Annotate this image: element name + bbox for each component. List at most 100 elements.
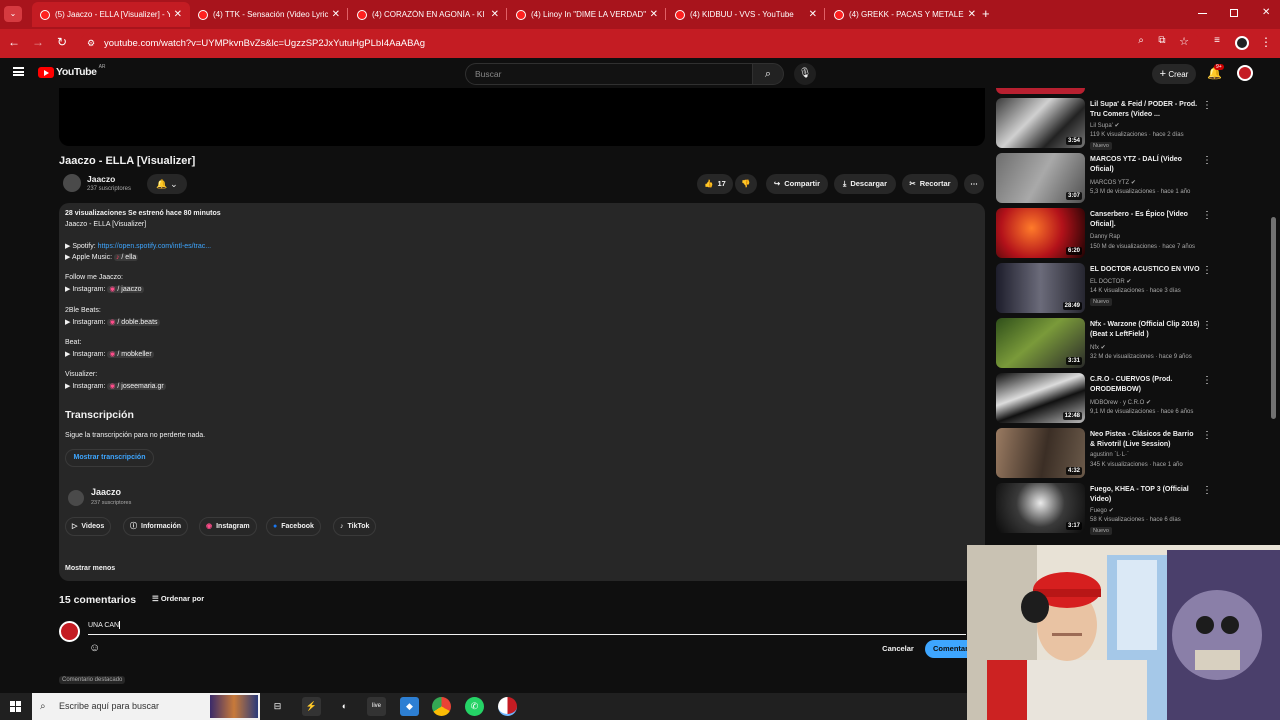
video-title[interactable]: Nfx - Warzone (Official Clip 2016)(Beat … xyxy=(1090,320,1200,340)
obs-icon[interactable]: ◐ xyxy=(335,697,354,716)
comment-input[interactable]: UNA CAN xyxy=(88,621,966,635)
more-vertical-icon[interactable]: ⋮ xyxy=(1202,430,1212,441)
instagram-link[interactable]: ◉ / mobkeller xyxy=(107,351,154,358)
more-vertical-icon[interactable]: ⋮ xyxy=(1202,320,1212,331)
more-vertical-icon[interactable]: ⋮ xyxy=(1202,265,1212,276)
task-view-icon[interactable]: ⊟ xyxy=(268,697,287,716)
windows-start-icon[interactable] xyxy=(10,701,21,712)
more-vertical-icon[interactable]: ⋮ xyxy=(1202,155,1212,166)
whatsapp-icon[interactable]: ✆ xyxy=(465,697,484,716)
channel-card-name[interactable]: Jaaczo xyxy=(91,487,121,497)
channel-name[interactable]: MARCOS YTZ ✔ xyxy=(1090,179,1136,186)
instagram-link[interactable]: ◉ / jaaczo xyxy=(107,286,144,293)
instagram-link[interactable]: ◉ / joseemaria.gr xyxy=(107,383,166,390)
video-thumbnail[interactable]: 6:20 xyxy=(996,208,1085,258)
recommended-video[interactable]: 4:32 Neo Pistea - Clásicos de Barrio & R… xyxy=(996,428,1218,480)
chrome-icon[interactable] xyxy=(432,697,451,716)
more-vertical-icon[interactable]: ⋮ xyxy=(1202,485,1212,496)
more-vertical-icon[interactable]: ⋮ xyxy=(1202,375,1212,386)
sort-comments-button[interactable]: ☰ Ordenar por xyxy=(152,594,204,603)
address-bar[interactable]: ⚙ youtube.com/watch?v=UYMPkvnBvZs&lc=Ugz… xyxy=(80,33,1200,54)
recommended-video[interactable]: 28:49 EL DOCTOR ACUSTICO EN VIVO EL DOCT… xyxy=(996,263,1218,315)
close-icon[interactable]: ✕ xyxy=(174,9,182,20)
video-title[interactable]: EL DOCTOR ACUSTICO EN VIVO xyxy=(1090,265,1200,275)
channel-videos-link[interactable]: ▷ Videos xyxy=(65,517,112,536)
partial-thumbnail[interactable] xyxy=(996,88,1085,94)
bookmark-star-icon[interactable]: ☆ xyxy=(1176,35,1192,48)
download-button[interactable]: ⤓ Descargar xyxy=(834,174,896,194)
recommended-video[interactable]: 3:31 Nfx - Warzone (Official Clip 2016)(… xyxy=(996,318,1218,370)
emoji-icon[interactable]: ☺ xyxy=(89,642,100,654)
media-control-icon[interactable]: ≡ xyxy=(1209,35,1225,46)
subscription-bell-button[interactable]: 🔔 ⌄ xyxy=(147,174,187,194)
page-scrollbar[interactable] xyxy=(1271,217,1276,419)
show-transcript-button[interactable]: Mostrar transcripción xyxy=(65,449,154,467)
channel-avatar[interactable] xyxy=(63,174,81,192)
channel-name[interactable]: MDBOrew · y C.R.O ✔ xyxy=(1090,399,1151,406)
video-title[interactable]: C.R.O - CUERVOS (Prod. ORODEMBOW) xyxy=(1090,375,1200,395)
close-icon[interactable]: ✕ xyxy=(650,9,658,20)
search-button[interactable]: ⌕ xyxy=(752,63,784,85)
video-thumbnail[interactable]: 4:32 xyxy=(996,428,1085,478)
minimize-icon[interactable] xyxy=(1198,13,1207,14)
instagram-social-link[interactable]: ◉ Instagram xyxy=(199,517,257,536)
more-vertical-icon[interactable]: ⋮ xyxy=(1202,100,1212,111)
tiktok-social-link[interactable]: ♪ TikTok xyxy=(333,517,377,536)
profile-avatar[interactable] xyxy=(1235,36,1249,50)
clip-button[interactable]: ✂ Recortar xyxy=(902,174,958,194)
browser-menu-icon[interactable]: ⋮ xyxy=(1258,35,1274,49)
dislike-button[interactable]: 👎 xyxy=(735,174,757,194)
browser-tab[interactable]: (4) GREKK - PACAS Y METALES ✕ xyxy=(826,2,984,27)
zoom-search-icon[interactable]: ⌕ xyxy=(1133,35,1149,46)
video-thumbnail[interactable]: 3:54 xyxy=(996,98,1085,148)
channel-card-avatar[interactable] xyxy=(68,490,84,506)
recommended-video[interactable]: 3:54 Lil Supa' & Feid / PODER - Prod. Tr… xyxy=(996,98,1218,150)
taskbar-search-input[interactable]: ⌕ Escribe aquí para buscar xyxy=(32,693,260,720)
create-button[interactable]: + Crear xyxy=(1152,64,1196,84)
facebook-social-link[interactable]: ● Facebook xyxy=(266,517,321,536)
video-thumbnail[interactable]: 3:17 xyxy=(996,483,1085,533)
cancel-comment-button[interactable]: Cancelar xyxy=(876,640,920,658)
reload-icon[interactable]: ↻ xyxy=(54,35,70,49)
video-title[interactable]: Lil Supa' & Feid / PODER - Prod. Tru Com… xyxy=(1090,100,1200,120)
channel-name[interactable]: Danny Rap xyxy=(1090,234,1120,240)
app-icon[interactable]: ⚡ xyxy=(302,697,321,716)
show-less-button[interactable]: Mostrar menos xyxy=(65,565,115,572)
browser-tab[interactable]: (4) KIDBUU - VVS - YouTube ✕ xyxy=(667,2,825,27)
recommended-video[interactable]: 3:07 MARCOS YTZ - DALÍ (Video Oficial) M… xyxy=(996,153,1218,205)
recommended-video[interactable]: 3:17 Fuego, KHEA - TOP 3 (Official Video… xyxy=(996,483,1218,535)
notifications-button[interactable]: 🔔 9+ xyxy=(1207,64,1224,80)
channel-name[interactable]: Jaaczo xyxy=(87,174,115,184)
video-thumbnail[interactable]: 3:07 xyxy=(996,153,1085,203)
browser-tab[interactable]: (4) CORAZÓN EN AGONÍA - KI ✕ xyxy=(349,2,507,27)
channel-name[interactable]: Fuego ✔ xyxy=(1090,507,1114,514)
video-title[interactable]: Canserbero - Es Épico [Video Oficial]. xyxy=(1090,210,1200,230)
cast-icon[interactable]: ⧉ xyxy=(1154,35,1170,46)
recommended-video[interactable]: 12:48 C.R.O - CUERVOS (Prod. ORODEMBOW) … xyxy=(996,373,1218,425)
account-avatar[interactable] xyxy=(1237,65,1253,81)
video-title[interactable]: Neo Pistea - Clásicos de Barrio & Rivotr… xyxy=(1090,430,1200,450)
chrome-active-icon[interactable] xyxy=(498,697,517,716)
tab-search-icon[interactable]: ⌄ xyxy=(4,6,22,22)
browser-tab[interactable]: (4) TTK - Sensación (Video Lyric ✕ xyxy=(190,2,348,27)
channel-info-link[interactable]: ⓘ Información xyxy=(123,517,189,536)
browser-tab[interactable]: (5) Jaaczo - ELLA [Visualizer] - Y ✕ xyxy=(32,2,190,27)
video-thumbnail[interactable]: 12:48 xyxy=(996,373,1085,423)
voice-search-button[interactable]: 🎙 xyxy=(794,63,816,85)
video-title[interactable]: MARCOS YTZ - DALÍ (Video Oficial) xyxy=(1090,155,1200,175)
channel-name[interactable]: agustinn `L·L·` xyxy=(1090,452,1129,458)
more-actions-button[interactable]: ⋯ xyxy=(964,174,984,194)
site-info-icon[interactable]: ⚙ xyxy=(87,33,95,54)
close-icon[interactable]: ✕ xyxy=(491,9,499,20)
restore-icon[interactable] xyxy=(1230,9,1238,17)
video-thumbnail[interactable]: 3:31 xyxy=(996,318,1085,368)
browser-tab[interactable]: (4) Linoy In "DIME LA VERDAD" ✕ xyxy=(508,2,666,27)
hamburger-menu-icon[interactable] xyxy=(13,67,24,76)
video-thumbnail[interactable]: 28:49 xyxy=(996,263,1085,313)
close-window-icon[interactable]: ✕ xyxy=(1262,7,1270,18)
new-tab-button[interactable]: + xyxy=(982,6,990,21)
instagram-link[interactable]: ◉ / doble.beats xyxy=(107,319,160,326)
live-app-icon[interactable]: live xyxy=(367,697,386,716)
back-arrow-icon[interactable]: ← xyxy=(6,35,22,49)
video-player[interactable] xyxy=(59,88,985,146)
